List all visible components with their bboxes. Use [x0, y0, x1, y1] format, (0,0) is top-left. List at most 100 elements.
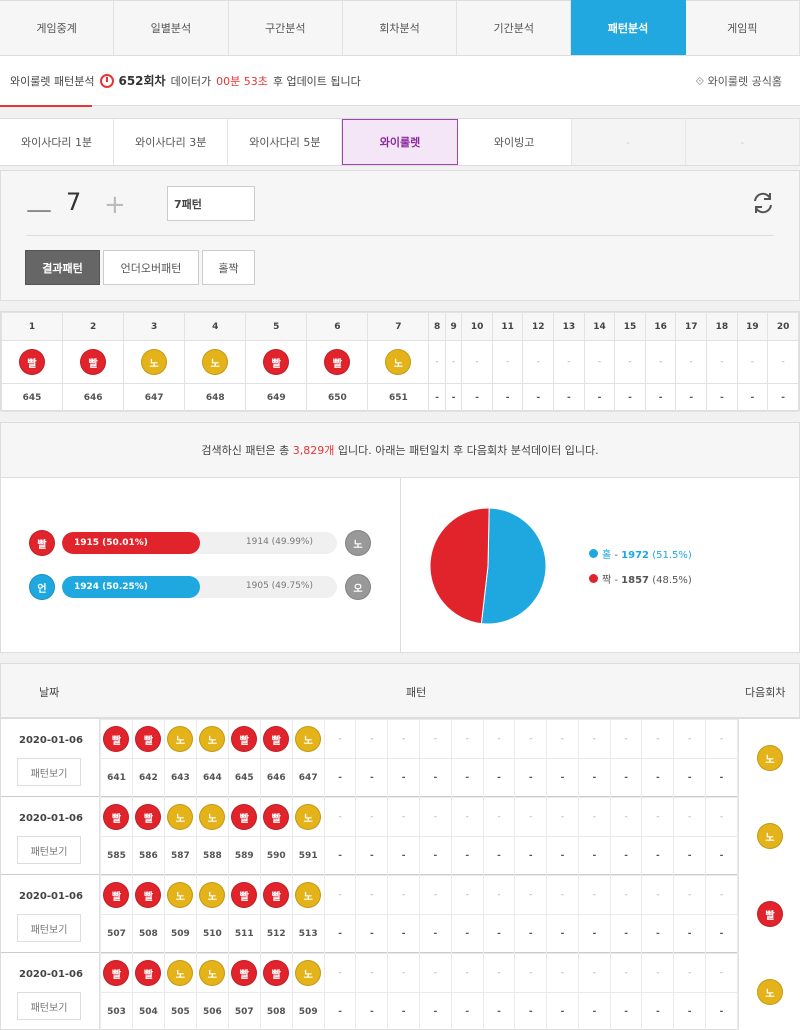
game-tab-ladder-5[interactable]: 와이사다리 5분 — [228, 119, 343, 165]
row-ball-cell: 빨 — [259, 719, 293, 759]
game-tab-ladder-3[interactable]: 와이사다리 3분 — [114, 119, 229, 165]
official-home-link[interactable]: ⟐ 와이룰렛 공식홈 — [695, 73, 782, 89]
result-ball: 빨 — [135, 882, 162, 908]
result-ball: 빨 — [103, 804, 130, 830]
row-round-cell: - — [323, 914, 357, 954]
under-over-pattern-button[interactable]: 언더오버패턴 — [103, 250, 199, 285]
grid-round-cell: - — [706, 383, 738, 412]
row-pattern-cells: 빨 빨 노 노 빨 빨 노 - - - - - - - - - - - - -507 508 509 510 511 512 51… — [99, 875, 739, 954]
row-round-cell: 644 — [195, 758, 229, 798]
refresh-icon[interactable] — [750, 190, 776, 216]
row-ball-cell: 노 — [291, 797, 325, 837]
view-pattern-button[interactable]: 패턴보기 — [17, 914, 81, 942]
grid-round-cell: - — [428, 383, 446, 412]
over-value: 1905 (49.75%) — [245, 581, 313, 591]
row-round-cell: 588 — [195, 836, 229, 876]
row-ball-cell: - — [705, 875, 738, 915]
decrease-button[interactable]: — — [26, 195, 52, 225]
row-round-cell: - — [450, 758, 484, 798]
row-ball-cell: 빨 — [100, 719, 133, 759]
row-ball-cell: 노 — [195, 875, 229, 915]
game-tab-bar: 와이사다리 1분 와이사다리 3분 와이사다리 5분 와이룰렛 와이빙고 - - — [0, 118, 800, 166]
grid-round-cell: - — [675, 383, 708, 412]
row-round-cell: 503 — [100, 992, 133, 1030]
view-pattern-button[interactable]: 패턴보기 — [17, 758, 81, 786]
row-ball-cell: - — [577, 719, 611, 759]
game-tab-empty: - — [685, 119, 800, 165]
row-round-cell: - — [705, 992, 738, 1030]
row-ball-cell: 빨 — [100, 953, 133, 993]
row-ball-cell: 빨 — [131, 719, 165, 759]
odd-even-button[interactable]: 홀짝 — [202, 250, 255, 285]
increase-button[interactable]: + — [104, 190, 126, 220]
history-row: 2020-01-06 패턴보기 빨 빨 노 노 빨 빨 노 - - - - - - - - - - - - -503 504… — [1, 953, 800, 1030]
grid-result-cell: - — [706, 340, 738, 384]
tab-daily-analysis[interactable]: 일별분석 — [114, 0, 229, 55]
tab-game-broadcast[interactable]: 게임중계 — [0, 0, 115, 55]
result-ball: 빨 — [80, 349, 107, 375]
grid-round-cell: - — [444, 383, 463, 412]
tab-period-analysis[interactable]: 기간분석 — [457, 0, 572, 55]
tab-section-analysis[interactable]: 구간분석 — [228, 0, 343, 55]
row-ball-cell: - — [482, 875, 516, 915]
row-round-cell: 647 — [291, 758, 325, 798]
pattern-count: 7 — [66, 188, 82, 216]
grid-result-cell: - — [553, 340, 585, 384]
tab-round-analysis[interactable]: 회차분석 — [342, 0, 458, 55]
row-ball-cell: 노 — [291, 719, 325, 759]
grid-header-cell: 9 — [444, 312, 463, 341]
tab-game-pick[interactable]: 게임픽 — [685, 0, 800, 55]
row-pattern-cells: 빨 빨 노 노 빨 빨 노 - - - - - - - - - - - - -641 642 643 644 645 646 64… — [99, 719, 739, 798]
game-tab-ladder-1[interactable]: 와이사다리 1분 — [0, 119, 115, 165]
row-round-cell: 513 — [291, 914, 325, 954]
row-round-cell: 641 — [100, 758, 133, 798]
red-bar-fill: 1915 (50.01%) — [62, 532, 200, 554]
row-ball-cell: - — [641, 719, 675, 759]
result-ball: 노 — [199, 726, 226, 752]
row-round-cell: - — [641, 914, 675, 954]
row-ball-cell: 빨 — [259, 953, 293, 993]
row-round-cell: 646 — [259, 758, 293, 798]
view-pattern-button[interactable]: 패턴보기 — [17, 836, 81, 864]
row-ball-cell: 노 — [291, 875, 325, 915]
result-ball: 빨 — [135, 726, 162, 752]
row-round-cell: - — [609, 758, 643, 798]
row-ball-cell: - — [482, 953, 516, 993]
pattern-select[interactable]: 7패턴 — [167, 186, 255, 221]
result-ball: 빨 — [135, 960, 162, 986]
yellow-ball-gray: 노 — [345, 530, 371, 556]
row-ball-cell: - — [450, 953, 484, 993]
grid-header-cell: 14 — [583, 312, 616, 341]
row-ball-cell: 빨 — [227, 953, 261, 993]
result-ball: 노 — [199, 804, 226, 830]
game-title: 와이룰렛 패턴분석 — [10, 74, 95, 88]
game-tab-bingo[interactable]: 와이빙고 — [458, 119, 572, 165]
game-tab-roulette[interactable]: 와이룰렛 — [342, 119, 458, 165]
grid-result-cell: - — [614, 340, 646, 384]
row-round-cell: 642 — [131, 758, 165, 798]
grid-header-cell: 18 — [706, 312, 738, 341]
view-pattern-button[interactable]: 패턴보기 — [17, 992, 81, 1020]
row-ball-cell: - — [450, 719, 484, 759]
row-ball-cell: - — [323, 719, 357, 759]
tab-pattern-analysis[interactable]: 패턴분석 — [571, 0, 686, 55]
result-pattern-button[interactable]: 결과패턴 — [25, 250, 100, 285]
row-ball-cell: - — [450, 797, 484, 837]
row-ball-cell: - — [673, 875, 707, 915]
row-round-cell: - — [323, 992, 357, 1030]
row-ball-cell: 빨 — [227, 875, 261, 915]
grid-round-cell: 648 — [184, 383, 247, 412]
grid-header-cell: 20 — [767, 312, 799, 341]
row-round-cell: - — [482, 914, 516, 954]
row-round-cell: 510 — [195, 914, 229, 954]
row-round-cell: - — [419, 836, 452, 876]
row-ball-cell: - — [419, 953, 452, 993]
grid-round-cell: - — [461, 383, 493, 412]
result-ball: 노 — [167, 726, 194, 752]
row-round-cell: - — [577, 914, 611, 954]
grid-round-cell: - — [767, 383, 799, 412]
result-ball: 노 — [167, 804, 194, 830]
row-round-cell: - — [387, 836, 421, 876]
row-round-cell: - — [355, 992, 389, 1030]
under-ball: 언 — [29, 574, 55, 600]
